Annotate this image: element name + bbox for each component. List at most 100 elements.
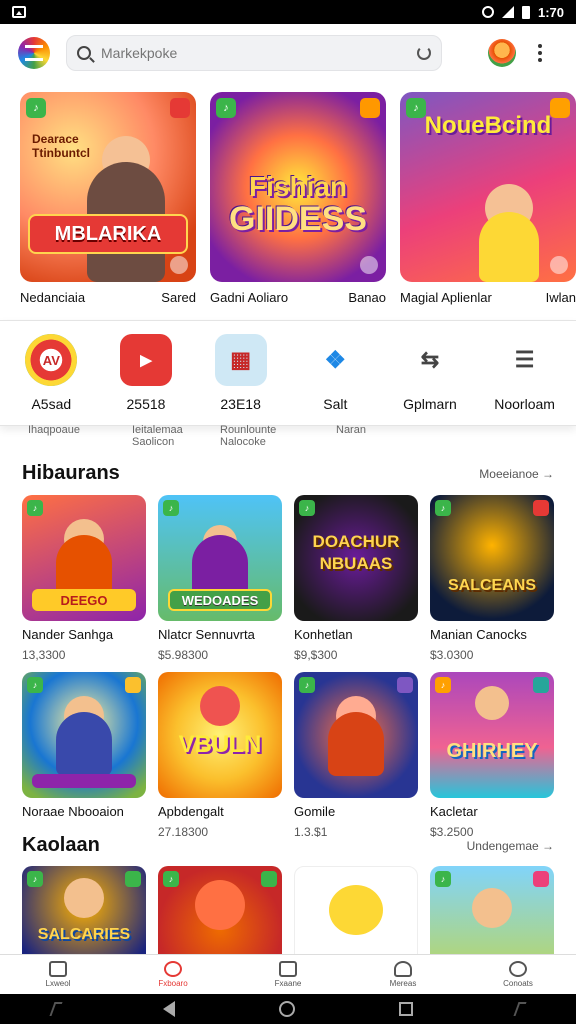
section-title: Hibaurans [22,462,120,484]
art-title-2: GIIDESS [229,200,367,238]
game-thumbnail: ♪ SALCEANS [430,495,554,621]
game-card[interactable]: ♪ [158,866,282,954]
game-card[interactable]: ♪ Gomile 1.3.$1 [294,672,418,839]
featured-title: Nedanciaia [20,290,86,305]
game-card[interactable]: ♪ GHIRHEY Kacletar $3.2500 [430,672,554,839]
featured-card[interactable]: ♪ Dearace Ttinbuntcl MBLARIKA Nedanciaia… [20,92,196,305]
quick-link[interactable]: ⇆ Gplmarn [385,334,475,412]
search-input[interactable] [101,45,417,61]
back-icon[interactable] [163,1001,176,1017]
nav-item-library[interactable]: Fxaane [248,955,328,994]
game-title: Kacletar [430,804,478,819]
game-price: $5.98300 [158,648,209,662]
game-card[interactable]: ♪ DOACHUR NBUAAS Konhetlan $9,$300 [294,495,418,662]
game-title: Apbdengalt [158,804,224,819]
quick-link[interactable]: ▶ 25518 [101,334,191,412]
game-thumbnail: ♪ DOACHUR NBUAAS [294,495,418,621]
featured-image: ♪ NoueBcind [400,92,576,282]
quick-link[interactable]: ❖ Salt [290,334,380,413]
quick-link[interactable]: ▦ 23E18 [196,334,286,412]
nav-item-home[interactable]: Lxweol [18,955,98,994]
category-badge-icon: ♪ [163,871,179,887]
game-price: 27.18300 [158,825,209,839]
game-art-text: DOACHUR NBUAAS [312,532,400,573]
refresh-icon[interactable] [417,46,431,60]
art-text: Dearace Ttinbuntcl [32,132,90,160]
sub-label: Rounlounte Nalocoke [220,424,277,448]
category-badge-icon: ♪ [26,98,46,118]
featured-card[interactable]: ♪ NoueBcind Magial Aplienlar Iwlan [400,92,576,305]
game-title: Gomile [294,804,336,819]
featured-image: ♪ Fishian GIIDESS [210,92,386,282]
category-badge-icon: ♪ [435,500,451,516]
game-art-text: WEDOADES [168,589,272,611]
avatar[interactable] [488,39,516,67]
quick-links-bar: AV A5sad ▶ 25518 ▦ 23E18 ❖ Salt ⇆ Gplmar… [0,320,576,426]
share-icon: ⇆ [420,347,440,372]
category-badge-icon: ♪ [299,677,315,693]
game-card[interactable]: ♪ SALCEANS Manian Canocks $3.0300 [430,495,554,662]
bookmark-icon [125,677,141,693]
game-card[interactable]: ♪ DEEGO Nander Sanhga 13,3300 [22,495,146,662]
media-icon: AV [25,334,78,386]
game-thumbnail: ♪ [294,672,418,798]
character-art [64,878,104,918]
bookmark-icon [125,871,141,887]
character-art [200,686,240,726]
library-icon [279,961,297,977]
search-bar[interactable] [66,35,442,71]
game-title: Konhetlan [294,627,353,642]
character-art [475,686,509,720]
game-art-text: GHIRHEY [446,740,538,762]
see-more-link[interactable]: Undengemae → [467,839,554,853]
home-button-icon[interactable] [278,1001,295,1017]
game-card[interactable]: ♪ WEDOADES Nlatcr Sennuvrta $5.98300 [158,495,282,662]
featured-tag: Banao [348,290,386,305]
recents-icon[interactable] [398,1002,413,1016]
art-banner: MBLARIKA [28,214,188,254]
rotate-icon[interactable] [49,1002,63,1016]
featured-tag: Iwlan [545,290,576,305]
nav-item-explore[interactable]: Fxboaro [133,955,213,994]
video-icon: ▶ [119,334,172,386]
nav-label: Conoats [503,979,533,988]
more-options-icon[interactable] [538,44,542,62]
game-grid-row: ♪ DEEGO Nander Sanhga 13,3300 ♪ WEDOADES… [22,495,556,662]
game-card[interactable] [294,866,418,954]
bookmark-icon [533,871,549,887]
keyboard-toggle-icon[interactable] [513,1002,527,1016]
profile-icon [394,961,412,977]
game-title: Nander Sanhga [22,627,114,642]
category-badge-icon: ♪ [27,500,43,516]
sub-label: Naran [336,424,366,436]
game-card[interactable]: VBULN Apbdengalt 27.18300 [158,672,282,839]
game-thumbnail [294,866,418,954]
quick-link-label: Noorloam [494,396,555,412]
quick-link[interactable]: AV A5sad [6,334,96,412]
image-notification-icon [12,6,26,18]
game-card[interactable]: ♪ Noraae Nbooaion [22,672,146,839]
app-logo-icon[interactable] [18,37,50,69]
game-thumbnail: ♪ SALCARIES [22,866,146,954]
calendar-icon: ▦ [214,334,267,386]
battery-icon [521,5,530,19]
game-title: Manian Canocks [430,627,527,642]
character-art [472,888,512,928]
see-more-link[interactable]: Moeeianoe → [479,467,554,481]
art-title: NoueBcind [424,112,552,139]
game-card[interactable]: ♪ SALCARIES [22,866,146,954]
nav-label: Lxweol [45,979,71,988]
quick-link[interactable]: ☰ Noorloam [480,334,570,412]
featured-tag: Sared [161,290,196,305]
game-thumbnail: ♪ [430,866,554,954]
alarm-icon [481,6,494,18]
section-title: Kaolaan [22,834,100,856]
sub-label: Ihaqpoaue [28,424,80,436]
game-card[interactable]: ♪ [430,866,554,954]
nav-item-profile[interactable]: Mereas [363,955,443,994]
nav-item-contacts[interactable]: Conoats [478,955,558,994]
bookmark-icon [397,677,413,693]
featured-card[interactable]: ♪ Fishian GIIDESS Gadni Aoliaro Banao [210,92,386,305]
bottom-nav: Lxweol Fxboaro Fxaane Mereas Conoats [0,954,576,994]
quick-link-label: A5sad [31,396,72,412]
